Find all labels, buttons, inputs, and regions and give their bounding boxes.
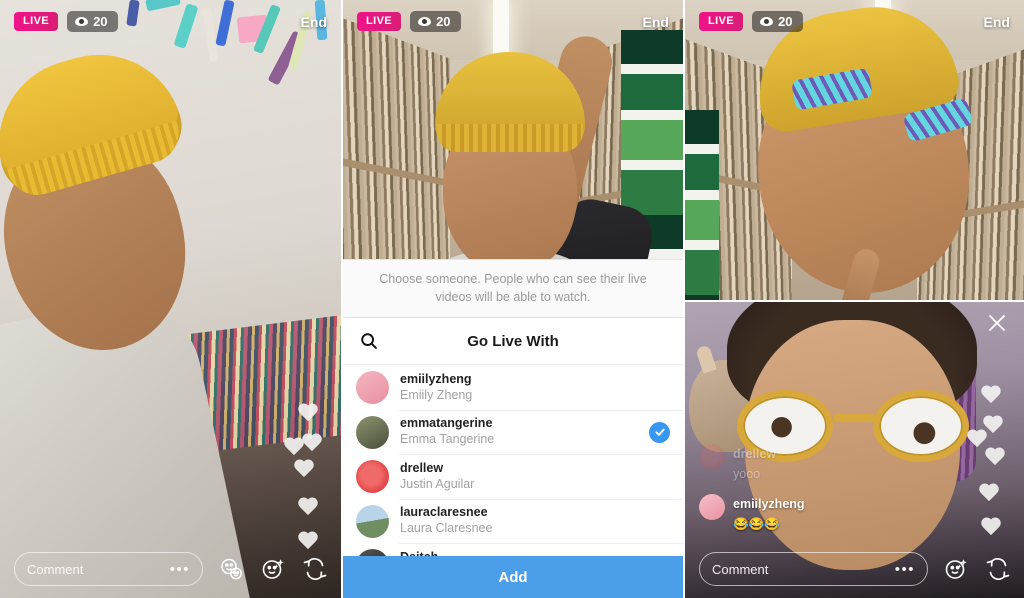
go-live-with-icon[interactable] [217, 555, 245, 583]
comment-item: emiilyzheng 😂😂😂 [699, 494, 899, 534]
screenshot-stage: LIVE 20 End Comment ••• LIVE 20 End Choo… [0, 0, 1024, 598]
list-item[interactable]: drellew Justin Aguilar [343, 454, 683, 499]
fullname: Laura Claresnee [400, 521, 492, 537]
avatar [699, 494, 725, 520]
heart-icon [293, 460, 315, 480]
eye-icon [75, 17, 88, 26]
eye-icon [418, 17, 431, 26]
heart-icon [978, 484, 1000, 504]
ellipsis-icon[interactable]: ••• [170, 562, 190, 577]
comment-bar: Comment ••• [14, 552, 329, 586]
fullname: Emiily Zheng [400, 388, 472, 404]
avatar [356, 460, 389, 493]
heart-icon [297, 532, 319, 552]
username: lauraclaresnee [400, 505, 492, 521]
end-live-button[interactable]: End [984, 14, 1010, 30]
user-info: Deitch Maud Deitch [400, 550, 470, 556]
list-item[interactable]: emiilyzheng Emiily Zheng [343, 365, 683, 410]
viewer-count-badge[interactable]: 20 [410, 11, 460, 32]
user-info: emmatangerine Emma Tangerine [400, 416, 494, 447]
user-list[interactable]: emiilyzheng Emiily Zheng emmatangerine E… [343, 365, 683, 556]
fullname: Emma Tangerine [400, 432, 494, 448]
user-info: lauraclaresnee Laura Claresnee [400, 505, 492, 536]
selected-check-icon[interactable] [649, 422, 670, 443]
live-header: LIVE 20 End [699, 11, 1010, 32]
heart-icon [301, 434, 323, 454]
broadcaster-figure [733, 10, 1003, 300]
heart-icon [984, 448, 1006, 468]
heart-icon [297, 404, 319, 424]
comment-username: emiilyzheng [733, 497, 805, 511]
viewer-count-badge[interactable]: 20 [752, 11, 802, 32]
live-comments: drellew yooo emiilyzheng 😂😂😂 [699, 444, 899, 544]
live-header: LIVE 20 End [14, 11, 327, 32]
fullname: Justin Aguilar [400, 477, 474, 493]
live-badge: LIVE [357, 12, 401, 31]
live-header: LIVE 20 End [357, 11, 669, 32]
comment-placeholder: Comment [712, 562, 768, 577]
comment-item: drellew yooo [699, 444, 899, 484]
live-badge: LIVE [699, 12, 743, 31]
viewer-count-badge[interactable]: 20 [67, 11, 117, 32]
close-icon[interactable] [986, 312, 1008, 334]
viewer-count-value: 20 [93, 15, 107, 28]
username: Deitch [400, 550, 470, 556]
flip-camera-icon[interactable] [984, 555, 1012, 583]
viewer-count-value: 20 [436, 15, 450, 28]
sheet-title: Go Live With [343, 333, 683, 350]
heart-icon [980, 518, 1002, 538]
username: emmatangerine [400, 416, 494, 432]
list-item[interactable]: lauraclaresnee Laura Claresnee [343, 499, 683, 544]
comment-input[interactable]: Comment ••• [14, 552, 203, 586]
comment-username: drellew [733, 447, 776, 461]
end-live-button[interactable]: End [301, 14, 327, 30]
list-item[interactable]: emmatangerine Emma Tangerine [343, 410, 683, 455]
comment-placeholder: Comment [27, 562, 83, 577]
user-info: emiilyzheng Emiily Zheng [400, 372, 472, 403]
user-info: drellew Justin Aguilar [400, 461, 474, 492]
sheet-header: Go Live With [343, 318, 683, 365]
avatar [356, 416, 389, 449]
avatar [356, 371, 389, 404]
avatar [356, 549, 389, 556]
panel-live-split-guest: LIVE 20 End drellew yooo emiilyzheng 😂😂😂… [683, 0, 1024, 598]
eye-icon [760, 17, 773, 26]
face-effects-icon[interactable] [259, 555, 287, 583]
live-badge: LIVE [14, 12, 58, 31]
comment-input[interactable]: Comment ••• [699, 552, 928, 586]
search-icon[interactable] [360, 332, 378, 350]
add-button[interactable]: Add [343, 556, 683, 598]
list-item[interactable]: Deitch Maud Deitch [343, 543, 683, 556]
avatar [699, 444, 725, 470]
floating-hearts [966, 386, 1010, 546]
avatar [356, 505, 389, 538]
comment-bar: Comment ••• [699, 552, 1012, 586]
heart-icon [966, 430, 988, 450]
heart-icon [297, 498, 319, 518]
flip-camera-icon[interactable] [301, 555, 329, 583]
go-live-with-sheet: Choose someone. People who can see their… [343, 259, 683, 598]
panel-live-broadcast: LIVE 20 End Comment ••• [0, 0, 341, 598]
username: emiilyzheng [400, 372, 472, 388]
comment-text: yooo [733, 467, 760, 481]
sheet-note: Choose someone. People who can see their… [343, 259, 683, 318]
viewer-count-value: 20 [778, 15, 792, 28]
heart-icon [980, 386, 1002, 406]
floating-hearts [283, 404, 327, 554]
face-effects-icon[interactable] [942, 555, 970, 583]
comment-text: 😂😂😂 [733, 517, 780, 531]
end-live-button[interactable]: End [643, 14, 669, 30]
ellipsis-icon[interactable]: ••• [895, 562, 915, 577]
username: drellew [400, 461, 474, 477]
panel-go-live-with-picker: LIVE 20 End Choose someone. People who c… [341, 0, 683, 598]
broadcaster-figure [0, 58, 232, 598]
